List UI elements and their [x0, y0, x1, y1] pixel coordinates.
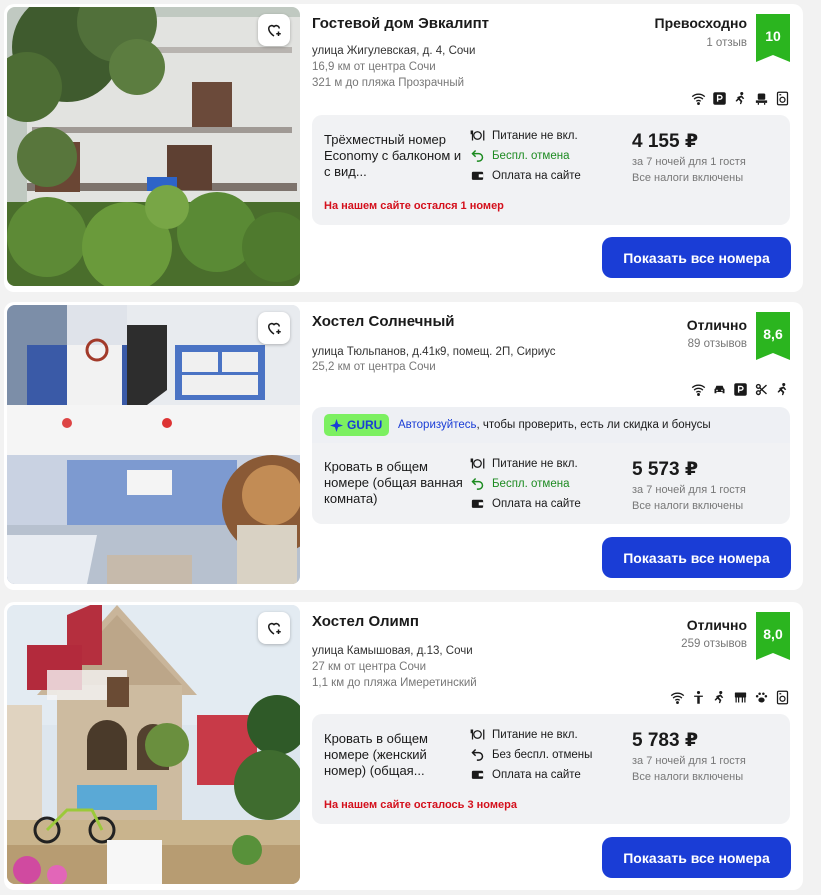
cancel-info: Без беспл. отмены — [470, 747, 592, 762]
meeting-icon — [755, 93, 768, 105]
distance-beach: 1,1 км до пляжа Имеретинский — [312, 677, 477, 689]
price: 5 573 ₽ — [632, 459, 699, 480]
heart-add-icon — [267, 622, 281, 635]
distance-beach: 321 м до пляжа Прозрачный — [312, 77, 465, 89]
hotel-card[interactable]: Гостевой дом Эвкалипт улица Жигулевская,… — [4, 4, 803, 292]
meal-icon — [470, 729, 485, 740]
sparkle-icon — [330, 418, 343, 432]
wifi-icon — [691, 384, 706, 396]
kids-icon — [777, 382, 787, 396]
wifi-icon — [691, 93, 706, 105]
payment-info: Оплата на сайте — [470, 496, 581, 511]
hotel-name[interactable]: Хостел Олимп — [312, 613, 419, 630]
price-note: за 7 ночей для 1 гостя — [632, 755, 746, 767]
cancel-info: Беспл. отмена — [470, 148, 569, 163]
rating-word: Отлично — [686, 317, 747, 333]
room-name[interactable]: Кровать в общем номере (женский номер) (… — [324, 731, 464, 779]
room-offer[interactable]: Трёхместный номер Economy с балконом и с… — [312, 115, 790, 225]
tax-note: Все налоги включены — [632, 500, 744, 512]
undo-icon — [471, 149, 484, 162]
meal-info: Питание не вкл. — [470, 456, 578, 471]
pets-icon — [755, 692, 768, 703]
favorite-button[interactable] — [258, 312, 290, 344]
favorite-button[interactable] — [258, 612, 290, 644]
show-all-rooms-button[interactable]: Показать все номера — [602, 837, 791, 878]
guru-promo: GURU Авторизуйтесь, чтобы проверить, ест… — [312, 407, 790, 443]
wallet-icon — [471, 499, 484, 508]
distance-center: 27 км от центра Сочи — [312, 661, 427, 673]
price: 5 783 ₽ — [632, 730, 699, 751]
wifi-icon — [670, 692, 685, 704]
hotel-photo[interactable] — [7, 305, 300, 584]
wallet-icon — [471, 171, 484, 180]
price-note: за 7 ночей для 1 гостя — [632, 156, 746, 168]
meal-icon — [470, 458, 485, 469]
amenities — [691, 91, 790, 106]
parking-icon — [734, 383, 747, 396]
score-badge: 10 — [756, 14, 790, 62]
price-note: за 7 ночей для 1 гостя — [632, 484, 746, 496]
room-offer[interactable]: Кровать в общем номере (общая ванная ком… — [312, 443, 790, 524]
price: 4 155 ₽ — [632, 131, 699, 152]
rating-word: Отлично — [686, 617, 747, 633]
hairdryer-icon — [755, 383, 767, 396]
score-badge: 8,0 — [756, 612, 790, 660]
login-link[interactable]: Авторизуйтесь — [398, 419, 476, 431]
heart-add-icon — [267, 322, 281, 335]
hotel-address: улица Камышовая, д.13, Сочи — [312, 645, 473, 657]
tax-note: Все налоги включены — [632, 771, 744, 783]
amenities — [670, 690, 790, 705]
hotel-address: улица Жигулевская, д. 4, Сочи — [312, 45, 476, 57]
tax-note: Все налоги включены — [632, 172, 744, 184]
payment-info: Оплата на сайте — [470, 168, 581, 183]
rating-word: Превосходно — [654, 15, 748, 31]
kids-icon — [735, 91, 745, 105]
room-name[interactable]: Кровать в общем номере (общая ванная ком… — [324, 459, 464, 507]
car-icon — [714, 385, 725, 394]
score-badge: 8,6 — [756, 312, 790, 360]
room-name[interactable]: Трёхместный номер Economy с балконом и с… — [324, 132, 464, 180]
favorite-button[interactable] — [258, 14, 290, 46]
reviews-count[interactable]: 259 отзывов — [681, 638, 747, 650]
guru-message: Авторизуйтесь, чтобы проверить, есть ли … — [398, 419, 711, 431]
payment-info: Оплата на сайте — [470, 767, 581, 782]
undo-icon — [471, 748, 484, 761]
hotel-name[interactable]: Хостел Солнечный — [312, 313, 454, 330]
hotel-photo[interactable] — [7, 7, 300, 286]
meal-info: Питание не вкл. — [470, 128, 578, 143]
hotel-photo[interactable] — [7, 605, 300, 884]
hotel-name[interactable]: Гостевой дом Эвкалипт — [312, 15, 489, 32]
show-all-rooms-button[interactable]: Показать все номера — [602, 537, 791, 578]
meal-icon — [470, 130, 485, 141]
availability-alert: На нашем сайте осталось 3 номера — [324, 799, 517, 811]
guru-badge: GURU — [324, 414, 389, 436]
heart-add-icon — [267, 24, 281, 37]
reviews-count[interactable]: 1 отзыв — [706, 37, 747, 49]
hotel-address: улица Тюльпанов, д.41к9, помещ. 2П, Сири… — [312, 346, 556, 358]
amenities — [691, 382, 790, 397]
reviews-count[interactable]: 89 отзывов — [688, 338, 747, 350]
parking-icon — [713, 92, 726, 105]
kitchen-icon — [734, 692, 747, 703]
room-offer[interactable]: Кровать в общем номере (женский номер) (… — [312, 714, 790, 824]
meal-info: Питание не вкл. — [470, 727, 578, 742]
wallet-icon — [471, 770, 484, 779]
cancel-info: Беспл. отмена — [470, 476, 569, 491]
availability-alert: На нашем сайте остался 1 номер — [324, 200, 504, 212]
undo-icon — [471, 477, 484, 490]
washer-icon — [776, 91, 789, 106]
show-all-rooms-button[interactable]: Показать все номера — [602, 237, 791, 278]
distance-center: 16,9 км от центра Сочи — [312, 61, 436, 73]
person-icon — [694, 690, 703, 704]
hotel-card[interactable]: Хостел Олимп улица Камышовая, д.13, Сочи… — [4, 602, 803, 890]
distance-center: 25,2 км от центра Сочи — [312, 361, 436, 373]
kids-icon — [714, 690, 724, 704]
hotel-card[interactable]: Хостел Солнечный улица Тюльпанов, д.41к9… — [4, 302, 803, 590]
washer-icon — [776, 690, 789, 705]
